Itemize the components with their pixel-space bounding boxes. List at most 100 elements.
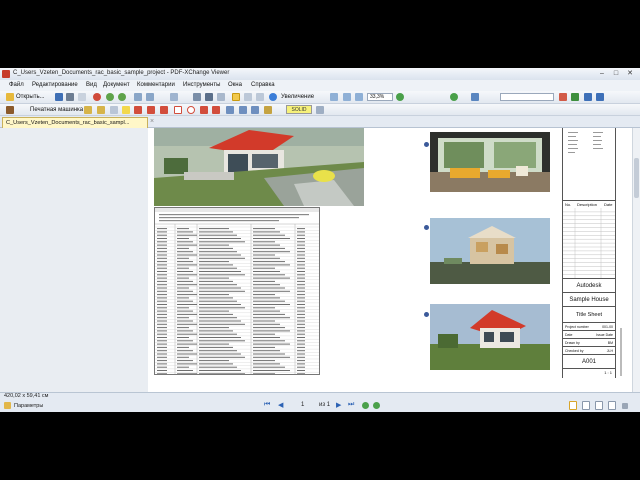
typewriter-button[interactable]: Печатная машинка xyxy=(30,107,83,113)
select-text-icon[interactable] xyxy=(205,93,213,101)
minimize-button[interactable]: – xyxy=(596,69,608,78)
maximize-button[interactable]: □ xyxy=(610,69,622,78)
polygon-icon[interactable] xyxy=(200,106,208,114)
scrollbar-thumb[interactable] xyxy=(634,158,639,198)
fit-width-icon[interactable] xyxy=(256,93,264,101)
snapshot-icon[interactable] xyxy=(217,93,225,101)
zoom-out-icon[interactable] xyxy=(330,93,338,101)
menu-file[interactable]: Файл xyxy=(9,82,24,88)
drawn-by-row: Drawn by BM xyxy=(563,338,615,346)
distance-icon[interactable] xyxy=(226,106,234,114)
menu-windows[interactable]: Окна xyxy=(228,82,242,88)
email-icon[interactable] xyxy=(78,93,86,101)
revision-description-header: Description xyxy=(577,202,598,207)
search-input[interactable] xyxy=(500,93,554,101)
perimeter-icon[interactable] xyxy=(239,106,247,114)
first-page-icon[interactable]: ⏮ xyxy=(264,401,270,409)
menu-bar: Файл Редактирование Вид Документ Коммент… xyxy=(0,80,640,91)
typewriter-icon[interactable] xyxy=(6,106,14,114)
actual-size-icon[interactable] xyxy=(244,93,252,101)
view-marker xyxy=(424,142,429,147)
last-page-icon[interactable]: ⏭ xyxy=(348,401,354,409)
zoom-go-icon[interactable] xyxy=(396,93,404,101)
exterior-rendering xyxy=(430,304,550,370)
previous-page-icon[interactable]: ◀ xyxy=(278,401,283,409)
note-icon[interactable] xyxy=(84,106,92,114)
main-toolbar: Открыть... Увеличение 33,3% xyxy=(0,91,640,104)
rectangle-icon[interactable] xyxy=(174,106,182,114)
textbox-icon[interactable] xyxy=(97,106,105,114)
forward-view-icon[interactable] xyxy=(373,402,380,409)
page-dimensions: 420,02 x 59,41 см xyxy=(4,393,49,399)
open-folder-icon[interactable] xyxy=(6,93,14,101)
cloud-icon[interactable] xyxy=(212,106,220,114)
redo-icon[interactable] xyxy=(146,93,154,101)
view-marker xyxy=(424,312,429,317)
menu-help[interactable]: Справка xyxy=(251,82,275,88)
page-fit-icon[interactable] xyxy=(232,93,240,101)
zoom-tool-button[interactable]: Увеличение xyxy=(281,94,314,100)
save-icon[interactable] xyxy=(55,93,63,101)
zoom-icon[interactable] xyxy=(269,93,277,101)
find-icon[interactable] xyxy=(170,93,178,101)
view-marker xyxy=(424,225,429,230)
attach-icon[interactable] xyxy=(316,106,324,114)
area-icon[interactable] xyxy=(251,106,259,114)
stamp-icon[interactable] xyxy=(264,106,272,114)
arrow-icon[interactable] xyxy=(147,106,155,114)
open-button[interactable]: Открыть... xyxy=(16,94,45,100)
stamp-solid-button[interactable]: SOLID xyxy=(286,105,312,114)
hand-tool-icon[interactable] xyxy=(193,93,201,101)
continuous-icon[interactable] xyxy=(582,401,590,410)
options-button[interactable]: Параметры xyxy=(14,403,43,409)
tab-close-icon[interactable]: × xyxy=(150,118,154,125)
highlight-icon[interactable] xyxy=(122,106,130,114)
page-count: из 1 xyxy=(319,402,331,408)
document-area: No. Description Date Autodesk Sample Hou… xyxy=(0,128,640,392)
company-name: Autodesk xyxy=(563,278,615,292)
print-icon[interactable] xyxy=(66,93,74,101)
house-rendering-main xyxy=(154,128,364,206)
menu-comments[interactable]: Комментарии xyxy=(137,82,175,88)
pdf-page: No. Description Date Autodesk Sample Hou… xyxy=(148,128,636,392)
options-icon[interactable] xyxy=(4,402,11,409)
callout-icon[interactable] xyxy=(110,106,118,114)
app-icon xyxy=(2,70,10,78)
ellipse-icon[interactable] xyxy=(187,106,195,114)
undo-icon[interactable] xyxy=(134,93,142,101)
facing-icon[interactable] xyxy=(595,401,603,410)
next-page-icon[interactable]: ▶ xyxy=(336,401,341,409)
annotation-toolbar: Печатная машинка SOLID xyxy=(0,104,640,116)
document-tab[interactable]: C_Users_Vzeten_Documents_rac_basic_sampl… xyxy=(2,117,148,128)
continuous-facing-icon[interactable] xyxy=(608,401,616,410)
current-page[interactable]: 1 xyxy=(301,402,304,408)
menu-document[interactable]: Документ xyxy=(103,82,130,88)
resize-grip-icon[interactable] xyxy=(622,403,628,409)
pencil-icon[interactable] xyxy=(160,106,168,114)
single-page-icon[interactable] xyxy=(569,401,577,410)
zoom-level-select[interactable]: 33,3% xyxy=(367,93,393,101)
menu-tools[interactable]: Инструменты xyxy=(183,82,220,88)
back-icon[interactable] xyxy=(106,93,114,101)
rotate-icon[interactable] xyxy=(355,93,363,101)
stop-icon[interactable] xyxy=(93,93,101,101)
pdf-viewer-window: C_Users_Vzeten_Documents_rac_basic_sampl… xyxy=(0,68,640,412)
video-frame: C_Users_Vzeten_Documents_rac_basic_sampl… xyxy=(0,0,640,480)
tool-icon-blue-2[interactable] xyxy=(596,93,604,101)
revision-no-header: No. xyxy=(565,202,572,207)
checked-by-row: Checked by JLH xyxy=(563,346,615,354)
menu-view[interactable]: Вид xyxy=(86,82,97,88)
back-view-icon[interactable] xyxy=(362,402,369,409)
tool-icon-blue[interactable] xyxy=(584,93,592,101)
zoom-in-icon[interactable] xyxy=(343,93,351,101)
status-go-icon[interactable] xyxy=(450,93,458,101)
forward-icon[interactable] xyxy=(118,93,126,101)
close-button[interactable]: ✕ xyxy=(624,69,636,78)
vertical-scrollbar[interactable] xyxy=(632,128,640,392)
line-icon[interactable] xyxy=(134,106,142,114)
menu-edit[interactable]: Редактирование xyxy=(32,82,78,88)
tool-icon-red[interactable] xyxy=(559,93,567,101)
tool-icon-green[interactable] xyxy=(571,93,579,101)
settings-icon[interactable] xyxy=(471,93,479,101)
revision-header: No. Description Date xyxy=(563,200,615,208)
